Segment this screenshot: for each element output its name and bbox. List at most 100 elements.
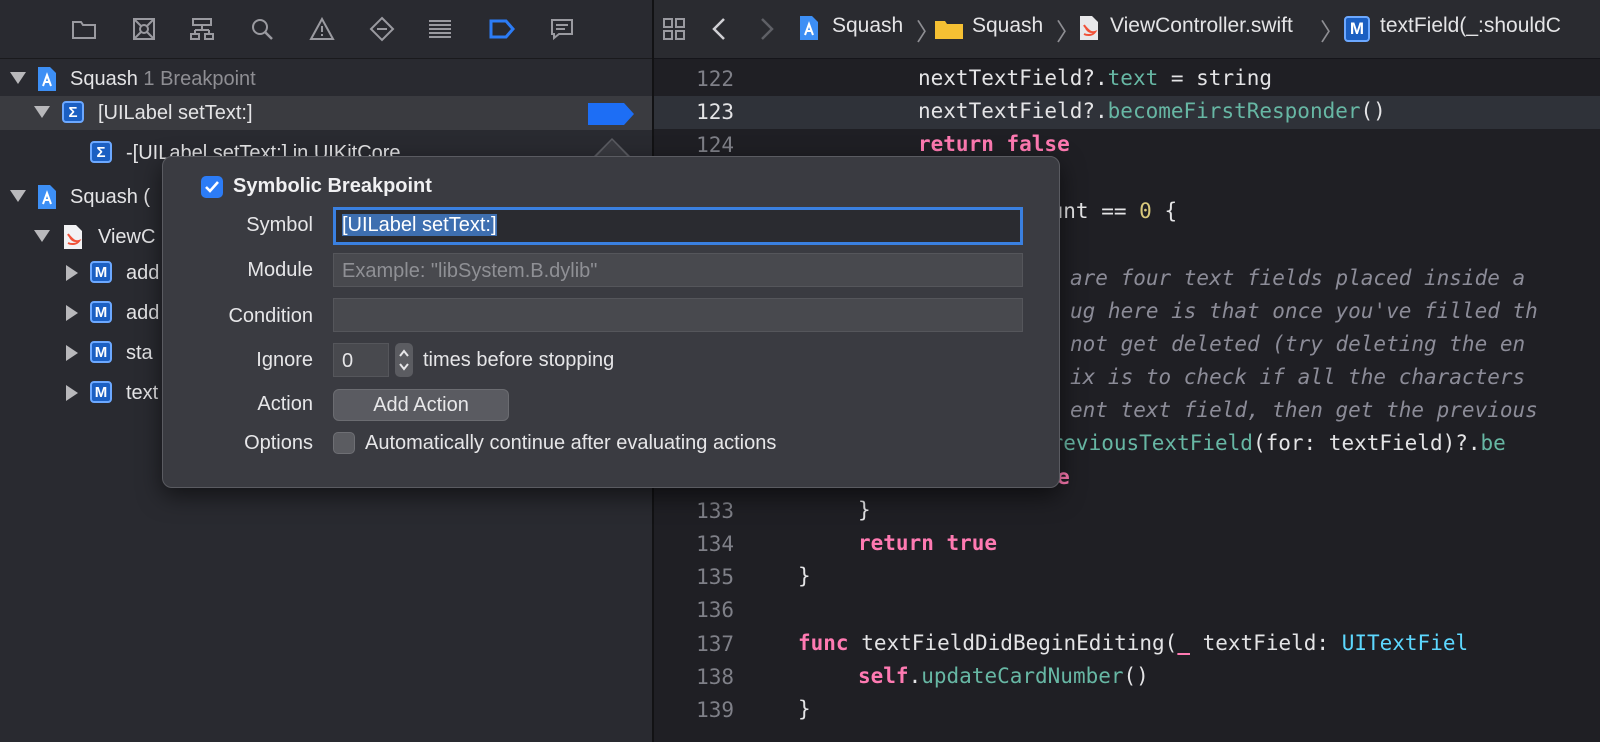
related-items-icon[interactable] [658,13,690,45]
search-icon[interactable] [246,13,278,45]
code-text: nextTextField?.becomeFirstResponder() [918,99,1386,123]
auto-continue-checkbox[interactable] [333,432,355,454]
code-line[interactable]: 134 return true [654,528,1600,561]
swift-file-icon [1080,16,1098,40]
code-line[interactable]: 139 } [654,694,1600,727]
breadcrumb-project[interactable]: Squash [832,14,903,38]
xcode-project-icon [800,16,818,40]
code-line[interactable]: 122 nextTextField?.text = string [654,63,1600,96]
add-action-button[interactable]: Add Action [333,389,509,421]
popover-arrow-fill [596,140,628,157]
line-number: 124 [696,133,734,157]
file-name: ViewC [98,226,156,248]
disclosure-triangle[interactable] [34,106,50,118]
folder-icon[interactable] [68,13,100,45]
auto-continue-label: Automatically continue after evaluating … [365,432,777,454]
popover-title: Symbolic Breakpoint [233,175,432,197]
line-number: 135 [696,565,734,589]
breadcrumb-separator: 〉 [1320,19,1344,46]
symbol-field[interactable]: [UILabel setText:] [333,207,1023,245]
line-number: 138 [696,665,734,689]
xcode-project-icon [38,67,56,91]
folder-icon [935,21,963,39]
module-placeholder: Example: "libSystem.B.dylib" [342,260,598,282]
disclosure-triangle[interactable] [66,265,78,281]
code-text: func textFieldDidBeginEditing(_ textFiel… [798,631,1469,655]
code-line[interactable]: 133 } [654,495,1600,528]
module-field[interactable]: Example: "libSystem.B.dylib" [333,253,1023,287]
breakpoint-group-project[interactable]: Squash 1 Breakpoint [0,62,652,96]
method-name: add [126,262,160,284]
source-control-icon[interactable] [128,13,160,45]
options-label: Options [244,432,313,454]
method-icon: M [90,261,112,283]
hierarchy-icon[interactable] [186,13,218,45]
disclosure-triangle[interactable] [66,305,78,321]
symbolic-breakpoint-editor: Symbolic Breakpoint Symbol [UILabel setT… [162,156,1060,488]
code-line[interactable]: 135 } [654,561,1600,594]
method-icon: M [90,381,112,403]
breakpoint-enabled-checkbox[interactable] [201,176,223,198]
disclosure-triangle[interactable] [10,72,26,84]
disclosure-triangle[interactable] [66,385,78,401]
project-name: Squash 1 Breakpoint [70,68,256,90]
back-icon[interactable] [704,13,736,45]
checkmark-icon [205,181,219,193]
method-name: sta [126,342,153,364]
code-text: self.updateCardNumber() [858,664,1149,688]
code-comment: ix is to check if all the characters [1070,365,1526,389]
symbolic-breakpoint-row[interactable]: Σ [UILabel setText:] [0,96,652,130]
method-name: text [126,382,159,404]
line-number: 123 [696,100,734,124]
disclosure-triangle[interactable] [66,345,78,361]
breakpoint-flag-icon[interactable] [588,103,634,125]
breadcrumb-file[interactable]: ViewController.swift [1110,14,1293,38]
code-line-current[interactable]: 123 nextTextField?.becomeFirstResponder(… [654,96,1600,129]
disclosure-triangle[interactable] [10,190,26,202]
method-icon: M [1344,16,1370,42]
line-number: 134 [696,532,734,556]
xcode-project-icon [38,185,56,209]
code-line[interactable]: 137 func textFieldDidBeginEditing(_ text… [654,628,1600,661]
code-text: } [798,697,811,721]
breakpoint-icon[interactable] [486,13,518,45]
condition-field[interactable] [333,298,1023,332]
jump-bar: Squash 〉 Squash 〉 ViewController.swift 〉… [654,0,1600,59]
test-icon[interactable] [366,13,398,45]
method-name: add [126,302,160,324]
stepper-arrows-icon [399,349,409,371]
line-number: 137 [696,632,734,656]
code-line[interactable]: 138 self.updateCardNumber() [654,661,1600,694]
code-text: } [798,564,811,588]
breakpoint-label: [UILabel setText:] [98,102,253,124]
debug-icon[interactable] [424,13,456,45]
warning-icon[interactable] [306,13,338,45]
disclosure-triangle[interactable] [34,230,50,242]
line-number: 133 [696,499,734,523]
method-icon: M [90,341,112,363]
code-text: PreviousTextField(for: textField)?.be [1038,431,1506,455]
sigma-icon: Σ [90,141,112,163]
method-icon: M [90,301,112,323]
code-comment: are four text fields placed inside a [1070,266,1526,290]
symbol-value: [UILabel setText:] [342,214,497,236]
breadcrumb-separator: 〉 [1056,19,1080,46]
code-text: return false [918,132,1070,156]
condition-label: Condition [228,305,313,327]
code-comment: ent text field, then get the previous [1070,398,1538,422]
line-number: 139 [696,698,734,722]
line-number: 136 [696,598,734,622]
ignore-stepper[interactable] [395,343,413,377]
code-text: return true [858,531,998,555]
breadcrumb-folder[interactable]: Squash [972,14,1043,38]
breadcrumb-method[interactable]: textField(_:shouldC [1380,14,1561,38]
forward-icon[interactable] [750,13,782,45]
code-line[interactable]: 136 [654,594,1600,627]
ignore-count-field[interactable]: 0 [333,343,389,377]
code-comment: ug here is that once you've filled th [1070,299,1538,323]
module-label: Module [247,259,313,281]
action-label: Action [257,393,313,415]
report-icon[interactable] [546,13,578,45]
code-comment: not get deleted (try deleting the en [1070,332,1526,356]
swift-file-icon [64,225,82,249]
